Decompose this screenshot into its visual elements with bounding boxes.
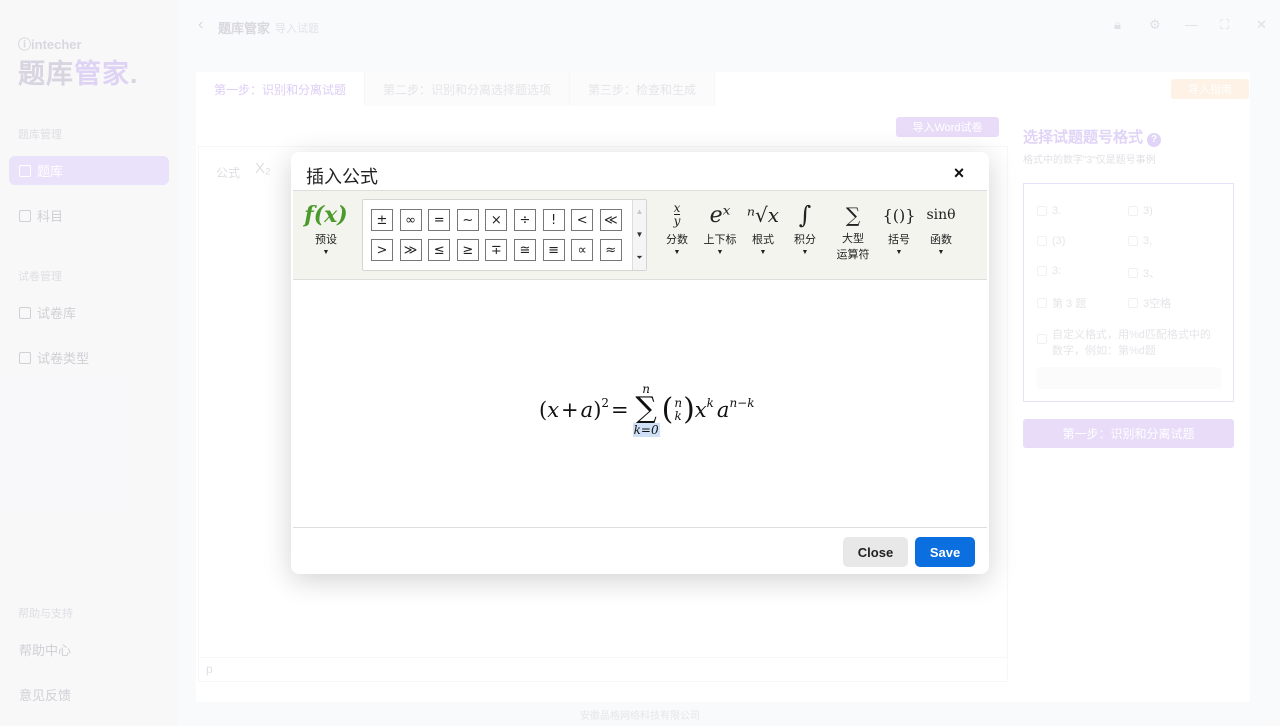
insert-formula-dialog: 插入公式 × f(x) 预设 ▼ ± ∞ = ~ × ÷! < ≪ > ≫ ≤ ≥ ∓ ≅ ≡ ∝ ≈ ▲ ▼ … — [291, 152, 989, 574]
caret-down-icon: ▼ — [759, 249, 767, 256]
scroll-down-icon[interactable]: ▼ — [633, 223, 646, 246]
symbol-button[interactable]: ≤ — [428, 239, 451, 261]
symbol-button[interactable]: > — [371, 239, 393, 261]
scroll-up-icon[interactable]: ▲ — [633, 200, 646, 223]
symbol-button[interactable]: ÷ — [513, 209, 536, 231]
symbol-button[interactable]: × — [485, 209, 508, 231]
symbol-button[interactable]: ∝ — [571, 239, 594, 261]
caret-down-icon: ▼ — [322, 249, 330, 256]
radical-menu[interactable]: ⁿ√x 根式 ▼ — [741, 201, 785, 256]
symbol-grid: ± ∞ = ~ × ÷! < ≪ > ≫ ≤ ≥ ∓ ≅ ≡ ∝ ≈ — [371, 209, 622, 261]
sine-function-icon: sinθ — [926, 207, 956, 223]
preset-menu[interactable]: f(x) 预设 ▼ — [304, 201, 348, 256]
symbol-button[interactable]: ∞ — [399, 209, 422, 231]
caret-down-icon: ▼ — [716, 249, 724, 256]
symbol-button[interactable]: ≡ — [542, 239, 565, 261]
fraction-icon: xy — [673, 201, 681, 228]
symbol-scrollbar[interactable]: ▲ ▼ ⏷ — [632, 200, 646, 270]
bracket-menu[interactable]: {()} 括号 ▼ — [877, 201, 921, 257]
save-button[interactable]: Save — [915, 537, 975, 567]
symbol-button[interactable]: ≈ — [599, 239, 622, 261]
caret-down-icon: ▼ — [937, 249, 945, 256]
symbol-button[interactable]: ≅ — [513, 239, 536, 261]
dialog-title: 插入公式 — [306, 167, 378, 187]
expand-icon[interactable]: ⏷ — [633, 246, 646, 269]
function-preset-icon: f(x) — [304, 202, 348, 228]
symbol-button[interactable]: = — [428, 209, 451, 231]
symbol-palette: ± ∞ = ~ × ÷! < ≪ > ≫ ≤ ≥ ∓ ≅ ≡ ∝ ≈ ▲ ▼ ⏷ — [362, 199, 647, 271]
summation: n ∑ k=0 — [632, 382, 660, 437]
close-button[interactable]: Close — [843, 537, 908, 567]
formula-toolbar: f(x) 预设 ▼ ± ∞ = ~ × ÷! < ≪ > ≫ ≤ ≥ ∓ ≅ ≡ ∝ ≈ ▲ ▼ ⏷ xy 分数… — [293, 190, 987, 280]
binomial: (n k) — [661, 392, 695, 427]
integral-menu[interactable]: ∫ 积分 ▼ — [783, 201, 827, 256]
caret-down-icon: ▼ — [801, 249, 809, 256]
fraction-menu[interactable]: xy 分数 ▼ — [655, 201, 699, 256]
symbol-button[interactable]: ≪ — [599, 209, 622, 231]
close-icon[interactable]: × — [947, 161, 971, 185]
formula-edit-area[interactable]: ( x + a ) 2 = n ∑ k=0 (n k) x k a n−k — [293, 280, 987, 528]
caret-down-icon: ▼ — [673, 249, 681, 256]
bracket-icon: {()} — [882, 205, 916, 225]
symbol-button[interactable]: ≥ — [456, 239, 479, 261]
caret-down-icon: ▼ — [895, 249, 903, 256]
symbol-button[interactable]: ! — [542, 209, 565, 231]
integral-icon: ∫ — [798, 201, 812, 229]
formula-expression[interactable]: ( x + a ) 2 = n ∑ k=0 (n k) x k a n−k — [539, 383, 755, 437]
summation-icon: ∑ — [845, 203, 861, 227]
script-menu[interactable]: eˣ 上下标 ▼ — [698, 201, 742, 257]
symbol-button[interactable]: ∓ — [485, 239, 508, 261]
radical-icon: ⁿ√x — [746, 203, 780, 227]
symbol-button[interactable]: < — [571, 209, 594, 231]
selected-lower-limit[interactable]: k=0 — [632, 423, 660, 437]
symbol-button[interactable]: ≫ — [399, 239, 422, 261]
superscript-icon: eˣ — [709, 202, 731, 228]
large-operator-menu[interactable]: ∑ 大型 运算符 — [829, 201, 877, 263]
symbol-button[interactable]: ~ — [456, 209, 479, 231]
function-menu[interactable]: sinθ 函数 ▼ — [919, 201, 963, 256]
symbol-button[interactable]: ± — [371, 209, 393, 231]
